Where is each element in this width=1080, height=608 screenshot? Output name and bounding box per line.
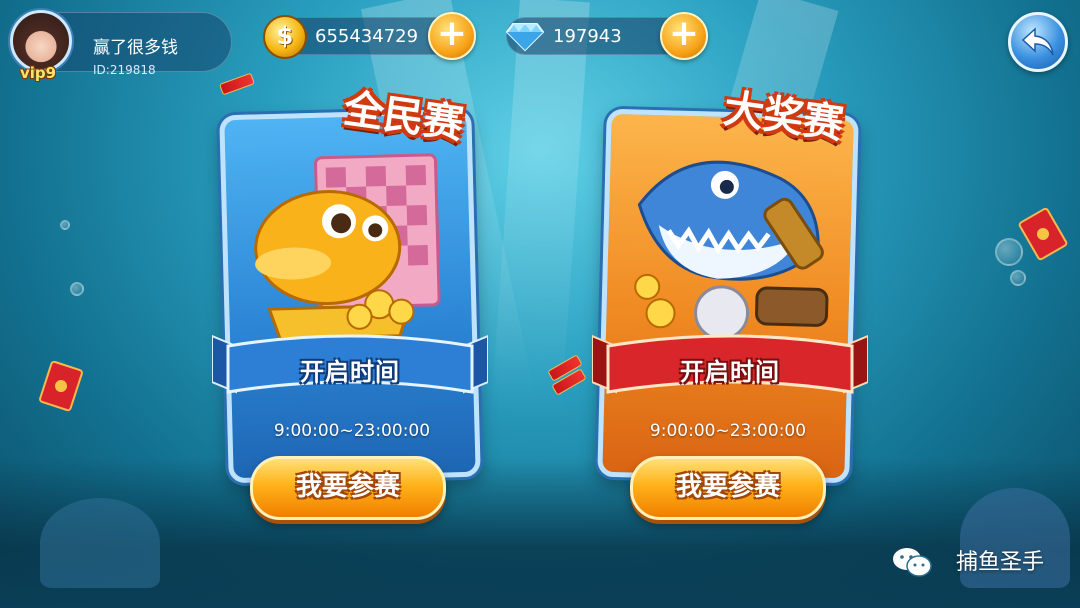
add-coins-button[interactable]: + (428, 12, 476, 60)
red-envelope-icon (1017, 206, 1069, 262)
ribbon-label: 开启时间 (680, 358, 780, 386)
add-diamonds-button[interactable]: + (660, 12, 708, 60)
open-time: 9:00:00~23:00:00 (273, 421, 431, 441)
bubble (1010, 270, 1026, 286)
firecracker-icon (218, 72, 256, 96)
red-envelope-icon (38, 359, 84, 413)
join-button-dajiang[interactable]: 我要参赛 (630, 456, 826, 520)
avatar[interactable] (10, 10, 72, 72)
back-arrow-icon (1021, 27, 1054, 56)
diamond-icon (505, 23, 545, 52)
bubble (995, 238, 1023, 266)
wechat-icon (893, 548, 932, 577)
ribbon-label: 开启时间 (300, 358, 400, 386)
watermark-text: 捕鱼圣手 (955, 550, 1044, 575)
coin-value: 655434729 (315, 26, 419, 47)
diamond-value: 197943 (553, 26, 622, 47)
coin-icon: $ (263, 15, 307, 59)
username: 赢了很多钱 (93, 38, 178, 58)
user-id: ID:219818 (93, 63, 156, 77)
ribbon-banner: 开启时间 (592, 316, 868, 396)
seabed (0, 458, 1080, 608)
bubble (70, 282, 84, 296)
vip-badge: vip9 (20, 64, 57, 82)
join-button-quanmin[interactable]: 我要参赛 (250, 456, 446, 520)
back-button[interactable] (1008, 12, 1068, 72)
coral (40, 498, 160, 588)
ribbon-banner: 开启时间 (212, 316, 488, 396)
bubble (60, 220, 70, 230)
open-time: 9:00:00~23:00:00 (649, 421, 807, 441)
